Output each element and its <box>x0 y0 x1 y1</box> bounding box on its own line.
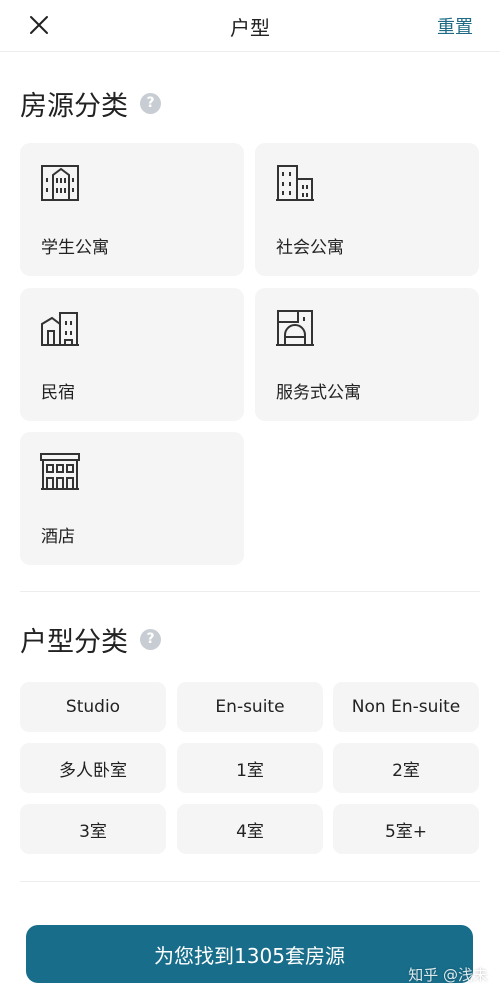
category-card-label: 社会公寓 <box>276 238 344 258</box>
chip-5-plus-room[interactable]: 5室+ <box>333 804 479 854</box>
room-type-filter-page: 户型 重置 房源分类 ? 学生公寓 社会公寓 民宿 服务式公寓 酒店 户型分类 … <box>0 0 500 999</box>
watermark-text: 知乎 @浅未 <box>408 966 488 984</box>
chip-shared-room[interactable]: 多人卧室 <box>20 743 166 793</box>
help-icon[interactable]: ? <box>140 629 161 650</box>
help-icon[interactable]: ? <box>140 93 161 114</box>
category-card-student-apartment[interactable]: 学生公寓 <box>20 143 244 276</box>
header-bar: 户型 重置 <box>0 0 500 52</box>
property-category-title: 房源分类 <box>20 91 128 122</box>
category-card-label: 学生公寓 <box>41 238 109 258</box>
show-results-button[interactable]: 为您找到1305套房源 <box>26 925 473 983</box>
chip-2-room[interactable]: 2室 <box>333 743 479 793</box>
category-card-label: 服务式公寓 <box>276 383 361 403</box>
chip-studio[interactable]: Studio <box>20 682 166 732</box>
room-type-title: 户型分类 <box>20 627 128 658</box>
category-card-social-apartment[interactable]: 社会公寓 <box>255 143 479 276</box>
category-card-hotel[interactable]: 酒店 <box>20 432 244 565</box>
chip-4-room[interactable]: 4室 <box>177 804 323 854</box>
room-type-heading: 户型分类 ? <box>20 620 161 659</box>
hotel-icon <box>40 453 80 490</box>
property-category-heading: 房源分类 ? <box>20 84 161 123</box>
page-title: 户型 <box>230 16 270 40</box>
chip-en-suite[interactable]: En-suite <box>177 682 323 732</box>
section-divider <box>20 591 480 592</box>
reset-button[interactable]: 重置 <box>437 13 473 39</box>
section-divider <box>20 881 480 882</box>
serviced-apartment-icon <box>276 310 314 346</box>
category-card-serviced-apartment[interactable]: 服务式公寓 <box>255 288 479 421</box>
chip-3-room[interactable]: 3室 <box>20 804 166 854</box>
chip-non-en-suite[interactable]: Non En-suite <box>333 682 479 732</box>
category-card-label: 酒店 <box>41 527 75 547</box>
category-card-homestay[interactable]: 民宿 <box>20 288 244 421</box>
chip-1-room[interactable]: 1室 <box>177 743 323 793</box>
homestay-icon <box>41 312 79 346</box>
apartment-building-icon <box>276 165 314 201</box>
student-apartment-icon <box>41 165 79 201</box>
category-card-label: 民宿 <box>41 383 75 403</box>
